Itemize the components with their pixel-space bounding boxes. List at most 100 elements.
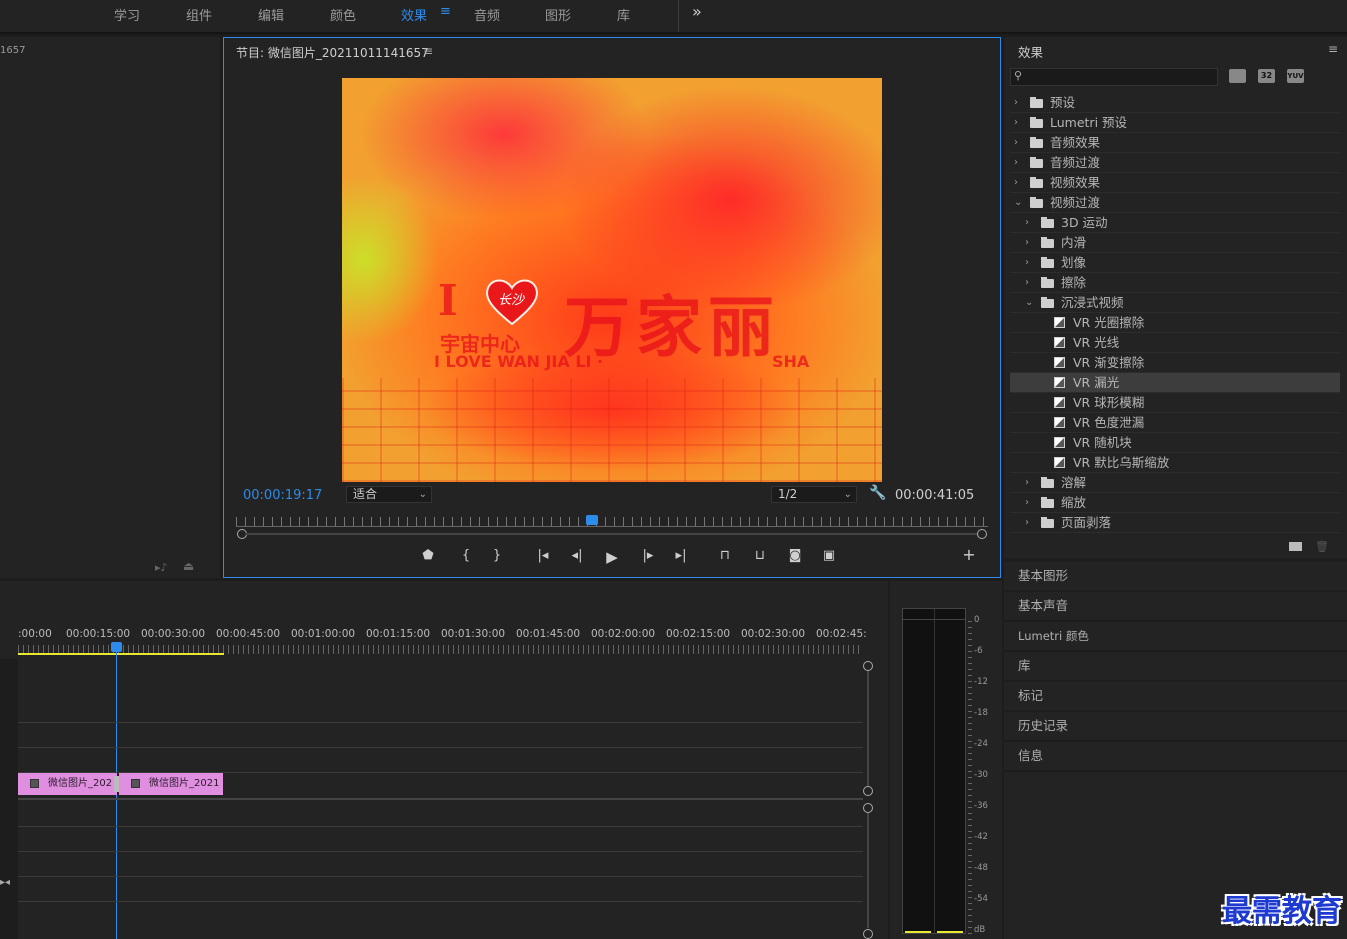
audio-scroll-bar[interactable] xyxy=(867,813,869,928)
accelerated-effects-icon[interactable] xyxy=(1229,69,1246,83)
effects-tree-item[interactable]: › 视频效果 xyxy=(1010,173,1340,193)
chevron-down-icon: ⌄ xyxy=(843,489,852,500)
step-back-icon[interactable]: ◂| xyxy=(567,548,587,563)
chevron-right-icon[interactable]: › xyxy=(1014,113,1018,133)
chevron-right-icon[interactable]: › xyxy=(1025,213,1029,233)
effects-tree-item[interactable]: › 音频效果 xyxy=(1010,133,1340,153)
chevron-down-icon[interactable]: ⌄ xyxy=(1014,193,1022,213)
go-to-out-icon[interactable]: ▸| xyxy=(671,548,691,563)
timeline-clip[interactable]: 微信图片_202 xyxy=(18,773,117,795)
export-frame-icon[interactable]: ◙ xyxy=(785,548,805,563)
zoom-select[interactable]: 适合 ⌄ xyxy=(346,486,432,503)
new-bin-icon[interactable] xyxy=(1289,542,1302,551)
chevron-right-icon[interactable]: › xyxy=(1014,153,1018,173)
track-headers xyxy=(0,659,18,939)
effects-tree-item[interactable]: › 音频过渡 xyxy=(1010,153,1340,173)
effects-tree-item[interactable]: VR 光线 xyxy=(1010,333,1340,353)
effects-tree-item[interactable]: ⌄ 沉浸式视频 xyxy=(1010,293,1340,313)
source-panel-title: 1657 xyxy=(0,45,26,56)
work-area-bar[interactable] xyxy=(18,653,224,655)
workspace-tab-learn[interactable]: 学习 xyxy=(114,5,140,24)
chevron-right-icon[interactable]: › xyxy=(1014,93,1018,113)
panel-markers[interactable]: 标记 xyxy=(1004,682,1347,710)
panel-lumetri-color[interactable]: Lumetri 颜色 xyxy=(1004,622,1347,650)
effects-tree-item[interactable]: › 内滑 xyxy=(1010,233,1340,253)
effects-tree-item[interactable]: VR 渐变擦除 xyxy=(1010,353,1340,373)
effects-tree-item[interactable]: › Lumetri 预设 xyxy=(1010,113,1340,133)
workspace-overflow-icon[interactable]: » xyxy=(692,2,702,21)
effects-tree-item[interactable]: VR 球形模糊 xyxy=(1010,393,1340,413)
zoom-handle-right[interactable] xyxy=(977,529,987,539)
workspace-menu-icon[interactable]: ≡ xyxy=(440,4,451,19)
track-expand-icon[interactable]: ▸◂ xyxy=(0,877,10,888)
effects-tree-item[interactable]: › 页面剥落 xyxy=(1010,513,1340,533)
effects-tree-item[interactable]: ⌄ 视频过渡 xyxy=(1010,193,1340,213)
effects-tree-item[interactable]: › 擦除 xyxy=(1010,273,1340,293)
vertical-scroll-bar[interactable] xyxy=(867,671,869,786)
button-editor-icon[interactable]: + xyxy=(959,545,979,564)
panel-history[interactable]: 历史记录 xyxy=(1004,712,1347,740)
chevron-right-icon[interactable]: › xyxy=(1025,233,1029,253)
mark-out-icon[interactable]: } xyxy=(487,548,507,563)
workspace-tab-audio[interactable]: 音频 xyxy=(474,5,500,24)
workspace-tab-libraries[interactable]: 库 xyxy=(617,5,630,24)
effects-tree-item[interactable]: › 溶解 xyxy=(1010,473,1340,493)
effects-tree-item[interactable]: VR 色度泄漏 xyxy=(1010,413,1340,433)
current-timecode[interactable]: 00:00:19:17 xyxy=(243,488,322,503)
effects-tree-item[interactable]: VR 随机块 xyxy=(1010,433,1340,453)
panel-info[interactable]: 信息 xyxy=(1004,742,1347,770)
video-grandstand xyxy=(342,378,882,482)
wrench-icon[interactable]: 🔧 xyxy=(869,485,886,501)
chevron-right-icon[interactable]: › xyxy=(1025,253,1029,273)
trash-icon[interactable]: 🗑 xyxy=(1315,540,1329,553)
mark-in-icon[interactable]: { xyxy=(456,548,476,563)
monitor-playhead[interactable] xyxy=(586,515,598,525)
effects-search-input[interactable]: ⚲ xyxy=(1010,68,1218,86)
add-marker-icon[interactable]: ⬟ xyxy=(418,548,438,563)
zoom-scroll-bar[interactable] xyxy=(246,533,978,535)
workspace-tab-assembly[interactable]: 组件 xyxy=(186,5,212,24)
effects-tree-item[interactable]: VR 光圈擦除 xyxy=(1010,313,1340,333)
meter-label: -24 xyxy=(974,739,988,749)
lift-icon[interactable]: ⊓ xyxy=(715,548,735,563)
audio-zoom-handle-top[interactable] xyxy=(863,803,873,813)
chevron-right-icon[interactable]: › xyxy=(1025,493,1029,513)
effects-tree-item[interactable]: › 预设 xyxy=(1010,93,1340,113)
extract-icon[interactable]: ⊔ xyxy=(750,548,770,563)
effects-tree-item[interactable]: VR 默比乌斯缩放 xyxy=(1010,453,1340,473)
panel-essential-graphics[interactable]: 基本图形 xyxy=(1004,562,1347,590)
chevron-right-icon[interactable]: › xyxy=(1025,513,1029,533)
chevron-right-icon[interactable]: › xyxy=(1025,473,1029,493)
chevron-right-icon[interactable]: › xyxy=(1014,173,1018,193)
effects-tree-item[interactable]: › 3D 运动 xyxy=(1010,213,1340,233)
panel-essential-sound[interactable]: 基本声音 xyxy=(1004,592,1347,620)
vertical-zoom-handle-bottom[interactable] xyxy=(863,786,873,796)
vertical-zoom-handle-top[interactable] xyxy=(863,661,873,671)
chevron-right-icon[interactable]: › xyxy=(1025,273,1029,293)
resolution-select[interactable]: 1/2 ⌄ xyxy=(771,486,857,503)
effects-tree-label: VR 漏光 xyxy=(1073,375,1120,390)
chevron-right-icon[interactable]: › xyxy=(1014,133,1018,153)
effects-tree-item[interactable]: VR 漏光 xyxy=(1010,373,1340,393)
insert-icon[interactable]: ▸♪ xyxy=(155,561,168,574)
yuv-effects-icon[interactable]: YUV xyxy=(1287,69,1304,83)
go-to-in-icon[interactable]: |◂ xyxy=(533,548,553,563)
timeline-clip[interactable]: 微信图片_2021 xyxy=(119,773,223,795)
export-icon[interactable]: ⏏ xyxy=(183,559,194,573)
effects-tree-item[interactable]: › 缩放 xyxy=(1010,493,1340,513)
zoom-select-value: 适合 xyxy=(353,487,378,501)
monitor-menu-icon[interactable]: ≡ xyxy=(423,44,433,58)
play-icon[interactable]: ▶ xyxy=(602,548,622,566)
workspace-tab-graphics[interactable]: 图形 xyxy=(545,5,571,24)
chevron-down-icon[interactable]: ⌄ xyxy=(1025,293,1033,313)
panel-libraries[interactable]: 库 xyxy=(1004,652,1347,680)
workspace-tab-effects[interactable]: 效果 xyxy=(401,5,427,24)
effects-tree-item[interactable]: › 划像 xyxy=(1010,253,1340,273)
comparison-view-icon[interactable]: ▣ xyxy=(819,548,839,563)
32bit-effects-icon[interactable]: 32 xyxy=(1258,69,1275,83)
step-forward-icon[interactable]: |▸ xyxy=(638,548,658,563)
workspace-tab-color[interactable]: 颜色 xyxy=(330,5,356,24)
audio-zoom-handle-bottom[interactable] xyxy=(863,929,873,939)
effects-menu-icon[interactable]: ≡ xyxy=(1328,42,1338,56)
workspace-tab-editing[interactable]: 编辑 xyxy=(258,5,284,24)
